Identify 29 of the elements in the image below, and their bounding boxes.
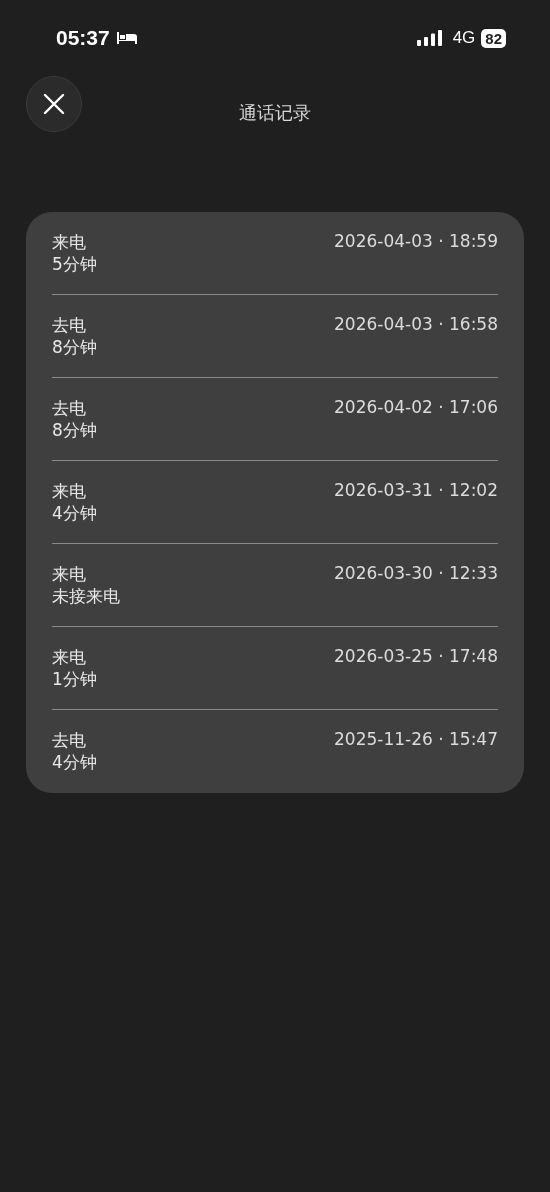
- battery-indicator: 82: [481, 28, 506, 48]
- signal-icon: [416, 30, 443, 46]
- call-direction: 去电: [52, 729, 87, 751]
- close-icon: [43, 93, 65, 115]
- bed-icon: [115, 31, 138, 45]
- call-duration: 5分钟: [52, 253, 97, 275]
- call-direction: 来电: [52, 646, 87, 668]
- call-duration: 1分钟: [52, 668, 97, 690]
- call-duration: 4分钟: [52, 502, 97, 524]
- call-direction: 来电: [52, 480, 87, 502]
- call-datetime: 2026-03-25 · 17:48: [334, 646, 498, 666]
- call-datetime: 2025-11-26 · 15:47: [334, 729, 498, 749]
- call-datetime: 2026-04-02 · 17:06: [334, 397, 498, 417]
- page-title: 通话记录: [239, 101, 311, 125]
- call-datetime: 2026-04-03 · 18:59: [334, 231, 498, 251]
- call-direction: 去电: [52, 397, 87, 419]
- call-duration: 8分钟: [52, 419, 97, 441]
- call-datetime: 2026-04-03 · 16:58: [334, 314, 498, 334]
- call-direction: 来电: [52, 563, 87, 585]
- status-time: 05:37: [56, 26, 110, 50]
- call-duration: 未接来电: [52, 585, 120, 607]
- call-direction: 去电: [52, 314, 87, 336]
- call-duration: 4分钟: [52, 751, 97, 773]
- call-duration: 8分钟: [52, 336, 97, 358]
- call-datetime: 2026-03-31 · 12:02: [334, 480, 498, 500]
- call-datetime: 2026-03-30 · 12:33: [334, 563, 498, 583]
- network-label: 4G: [452, 28, 476, 48]
- close-button[interactable]: [26, 76, 82, 132]
- call-direction: 来电: [52, 231, 87, 253]
